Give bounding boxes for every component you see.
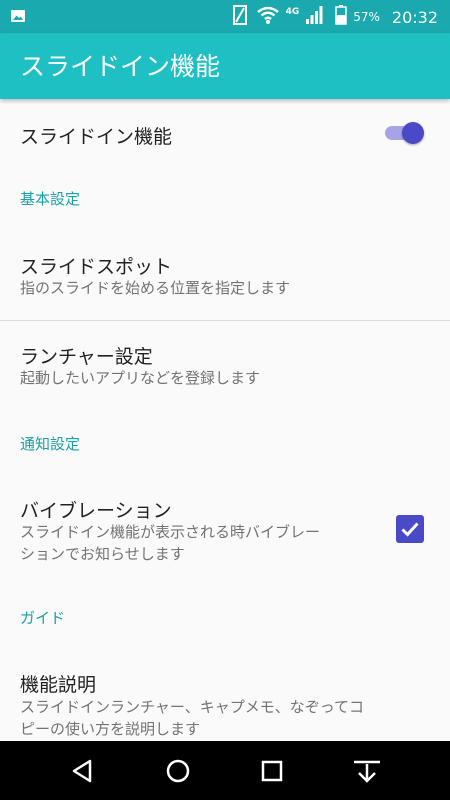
- list-item-slide-spot[interactable]: スライドスポット 指のスライドを始める位置を指定します: [0, 232, 450, 320]
- master-toggle-label: スライドイン機能: [20, 126, 173, 148]
- phone-signal-icon: [232, 4, 250, 30]
- notification-pull-icon[interactable]: [351, 755, 383, 787]
- switch-thumb: [402, 122, 424, 144]
- recents-icon[interactable]: [256, 755, 288, 787]
- slide-spot-summary: 指のスライドを始める位置を指定します: [20, 279, 291, 297]
- wifi-icon: [256, 5, 280, 29]
- feature-help-summary-line2: ピーの使い方を説明します: [20, 720, 201, 738]
- page-title: スライドイン機能: [20, 52, 221, 81]
- battery-percent: 57%: [353, 10, 380, 24]
- feature-help-title: 機能説明: [20, 674, 97, 696]
- vibration-summary-line2: ションでお知らせします: [20, 545, 185, 563]
- section-header-guide: ガイド: [20, 609, 66, 627]
- clock: 20:32: [391, 7, 438, 27]
- vibration-summary-line1: スライドイン機能が表示される時バイブレー: [20, 523, 321, 541]
- section-header-basic: 基本設定: [20, 190, 81, 208]
- app-bar: スライドイン機能: [0, 33, 450, 99]
- list-item-launcher-settings[interactable]: ランチャー設定 起動したいアプリなどを登録します: [0, 321, 450, 403]
- navigation-bar: [0, 741, 450, 800]
- list-item-feature-help[interactable]: 機能説明 スライドインランチャー、キャプメモ、なぞってコ ピーの使い方を説明しま…: [0, 650, 450, 741]
- section-header-notification: 通知設定: [20, 435, 81, 453]
- home-icon[interactable]: [162, 755, 194, 787]
- vibration-checkbox[interactable]: [396, 515, 424, 543]
- back-icon[interactable]: [68, 755, 100, 787]
- master-toggle-row[interactable]: スライドイン機能: [0, 100, 450, 166]
- image-notification-icon: [10, 8, 26, 28]
- master-toggle-switch[interactable]: [385, 122, 425, 144]
- network-type: 4G: [285, 7, 300, 17]
- feature-help-summary-line1: スライドインランチャー、キャプメモ、なぞってコ: [20, 698, 364, 716]
- status-bar: 4G 57% 20:32: [0, 0, 450, 33]
- check-icon: [401, 522, 419, 537]
- vibration-title: バイブレーション: [20, 500, 172, 522]
- cell-signal-icon: [305, 5, 323, 29]
- launcher-settings-title: ランチャー設定: [20, 346, 153, 368]
- slide-spot-title: スライドスポット: [20, 256, 173, 278]
- battery-icon: [335, 5, 347, 29]
- launcher-settings-summary: 起動したいアプリなどを登録します: [20, 369, 261, 387]
- list-item-vibration[interactable]: バイブレーション スライドイン機能が表示される時バイブレー ションでお知らせしま…: [0, 475, 450, 585]
